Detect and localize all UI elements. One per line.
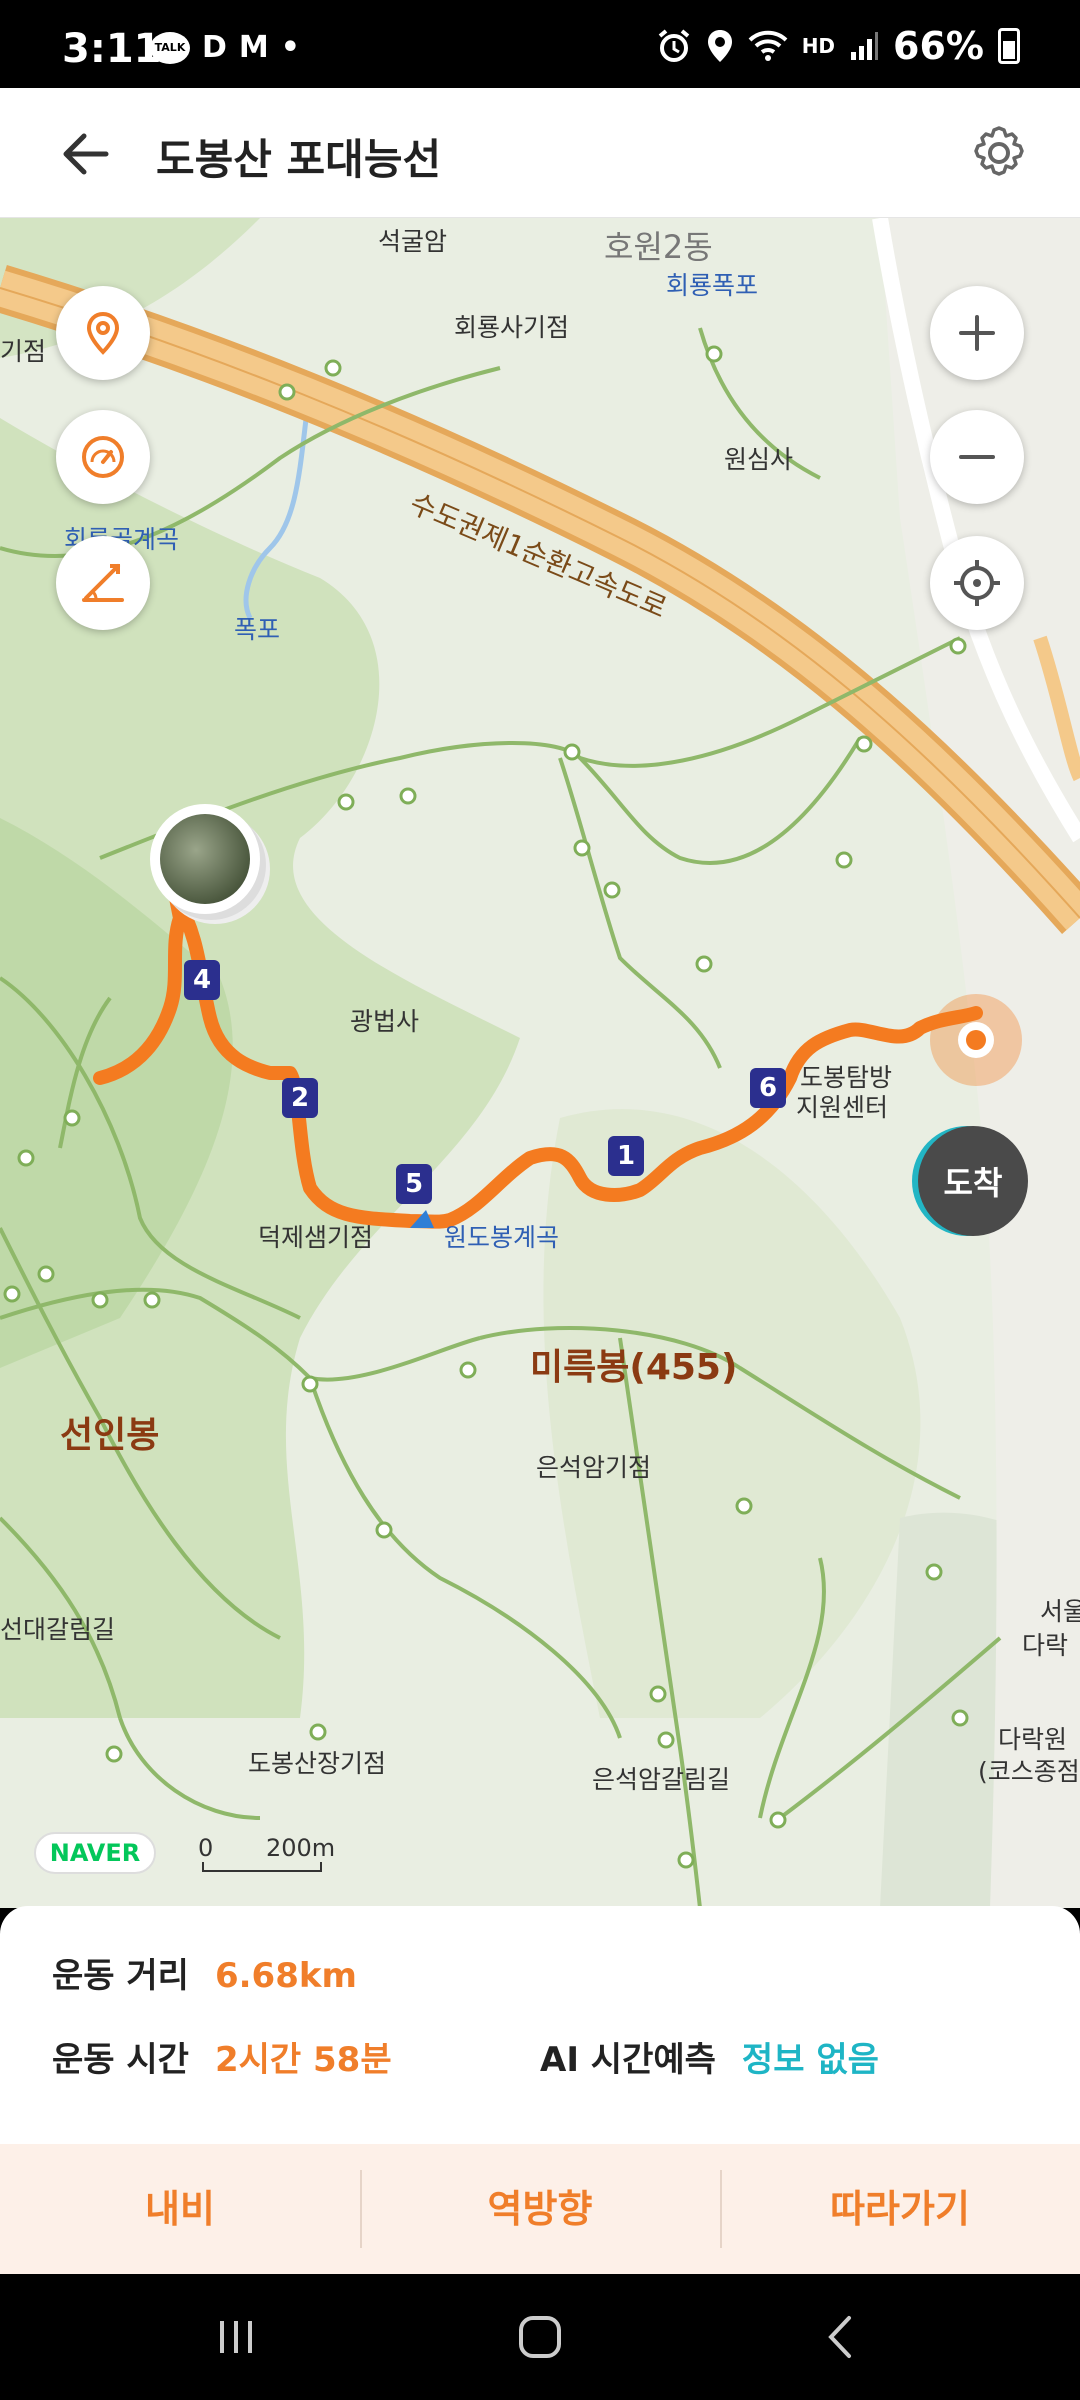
status-bar: 3:11 TALK D M • HD 66% (0, 0, 1080, 88)
gmail-icon: M (238, 30, 269, 65)
distance-row: 운동 거리 6.68km (52, 1948, 357, 1997)
label-seoul-2: 다락 (1022, 1631, 1069, 1660)
status-time: 3:11 (62, 26, 162, 72)
kakaotalk-icon: TALK (150, 31, 190, 64)
notification-icons: TALK D M • (150, 30, 300, 65)
label-hoeryong-falls: 회룡폭포 (666, 271, 759, 300)
time-row: 운동 시간 2시간 58분 (52, 2032, 392, 2081)
system-icons: HD 66% (656, 24, 1020, 68)
label-euneokam-start: 은석암기점 (536, 1453, 652, 1482)
battery-percent: 66% (893, 24, 984, 68)
ai-value: 정보 없음 (741, 2040, 879, 2080)
zoom-in-button[interactable] (930, 286, 1024, 380)
slope-icon (82, 564, 124, 602)
label-left-edge: 기점 (0, 337, 47, 366)
plus-icon (959, 315, 995, 351)
follow-button[interactable]: 따라가기 (720, 2144, 1080, 2274)
label-wondobong-valley: 원도봉계곡 (444, 1223, 560, 1252)
navigate-button[interactable]: 내비 (0, 2144, 360, 2274)
arrive-badge[interactable]: 도착 (918, 1126, 1028, 1236)
label-darakwon: 다락원 (998, 1725, 1068, 1754)
reverse-button[interactable]: 역방향 (360, 2144, 720, 2274)
action-bar: 내비 역방향 따라가기 (0, 2144, 1080, 2274)
settings-button[interactable] (968, 122, 1030, 184)
route-marker-6[interactable]: 6 (750, 1068, 786, 1108)
d-app-icon: D (202, 30, 227, 65)
speedometer-button[interactable] (56, 410, 150, 504)
route-marker-5[interactable]: 5 (396, 1164, 432, 1204)
ai-prediction-row: AI 시간예측 정보 없음 (540, 2032, 879, 2081)
label-dobong-center-2: 지원센터 (796, 1093, 889, 1122)
ai-label: AI 시간예측 (540, 2040, 716, 2080)
route-info-sheet: 운동 거리 6.68km 운동 시간 2시간 58분 AI 시간예측 정보 없음 (0, 1906, 1080, 2146)
battery-icon (998, 28, 1020, 64)
page-title: 도봉산 포대능선 (156, 135, 442, 184)
location-pin-button[interactable] (56, 286, 150, 380)
label-waterfall: 폭포 (234, 615, 281, 644)
naver-logo: NAVER (34, 1832, 156, 1874)
home-icon (519, 2316, 561, 2358)
label-seokgulam: 석굴암 (378, 227, 448, 256)
my-location-button[interactable] (930, 536, 1024, 630)
map-terrain (0, 218, 1080, 1908)
route-marker-1[interactable]: 1 (608, 1136, 644, 1176)
label-seoul-1: 서울 (1040, 1597, 1080, 1626)
trail-photo-thumbnail (160, 814, 250, 904)
scale-zero: 0 (198, 1834, 214, 1862)
distance-label: 운동 거리 (52, 1956, 189, 1996)
hd-voice-label: HD (801, 34, 836, 58)
speedometer-icon (82, 436, 124, 478)
location-pin-icon (86, 311, 120, 355)
label-gwangbeopsa: 광법사 (350, 1007, 420, 1036)
label-euneokam-fork: 은석암갈림길 (592, 1765, 731, 1794)
scale-label: 200m (266, 1834, 336, 1862)
signal-icon (851, 32, 879, 60)
distance-value: 6.68km (214, 1956, 357, 1996)
label-dobongsanjang: 도봉산장기점 (248, 1749, 387, 1778)
recents-button[interactable] (176, 2274, 296, 2400)
gear-icon (974, 126, 1024, 176)
label-howon2dong: 호원2동 (604, 228, 713, 266)
back-button[interactable] (56, 124, 116, 184)
home-button[interactable] (480, 2274, 600, 2400)
minus-icon (959, 455, 995, 459)
zoom-out-button[interactable] (930, 410, 1024, 504)
arrow-left-icon (63, 133, 109, 175)
app-header: 도봉산 포대능선 (0, 88, 1080, 218)
nav-back-button[interactable] (780, 2274, 900, 2400)
more-dot-icon: • (280, 30, 300, 65)
wifi-icon (748, 30, 788, 61)
route-marker-2[interactable]: 2 (282, 1078, 318, 1118)
photo-bubble[interactable] (150, 804, 260, 914)
scale-bar (202, 1862, 322, 1872)
route-marker-4[interactable]: 4 (184, 960, 220, 1000)
label-hoeryongsa: 회룡사기점 (454, 313, 570, 342)
system-nav-bar (0, 2274, 1080, 2400)
label-seondaegallim: 선대갈림길 (0, 1615, 116, 1644)
label-course-end: (코스종점 (978, 1757, 1080, 1786)
recents-icon (220, 2321, 252, 2353)
label-deokje-spring: 덕제샘기점 (258, 1223, 374, 1252)
back-chevron-icon (828, 2316, 851, 2358)
crosshair-icon (954, 560, 1000, 606)
time-label: 운동 시간 (52, 2040, 189, 2080)
map-view[interactable]: 석굴암 호원2동 회룡폭포 회룡사기점 기점 원심사 수도권제1순환고속도로 회… (0, 218, 1080, 1908)
slope-button[interactable] (56, 536, 150, 630)
label-mireukbong: 미륵봉(455) (530, 1347, 738, 1388)
location-status-icon (707, 30, 732, 62)
time-value: 2시간 58분 (214, 2040, 392, 2080)
label-seoninbong: 선인봉 (60, 1415, 160, 1456)
label-wonsimsa: 원심사 (724, 445, 794, 474)
alarm-icon (658, 29, 689, 62)
